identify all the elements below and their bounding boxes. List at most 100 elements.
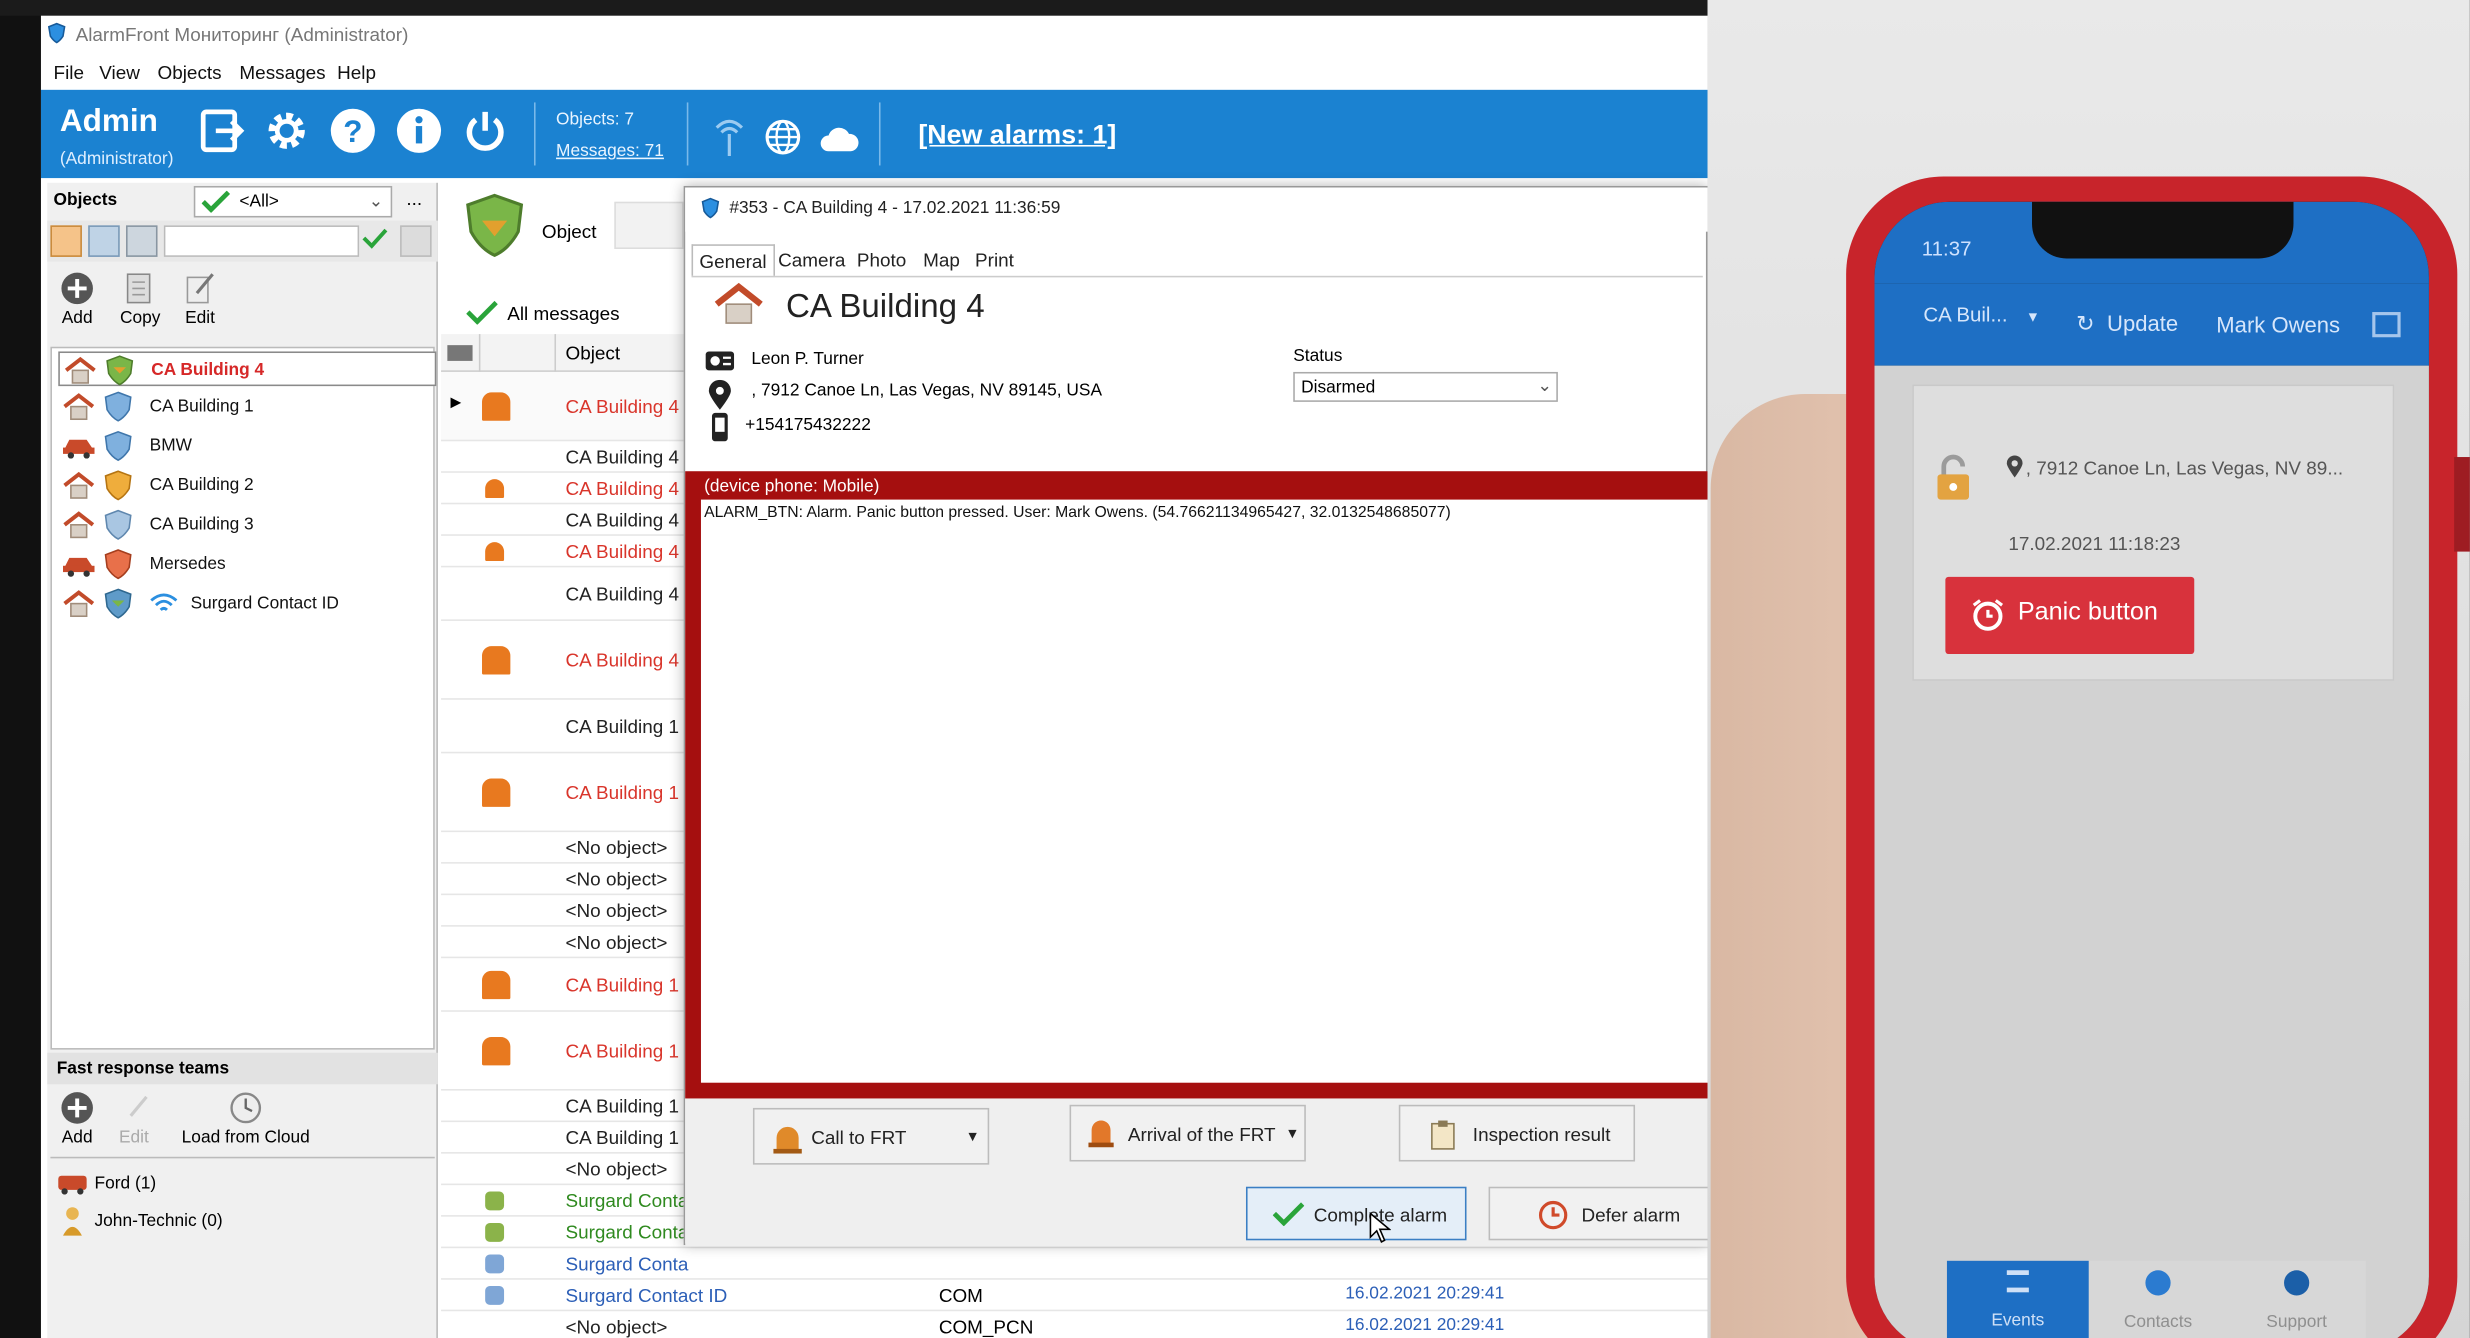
- edit-object-button[interactable]: Edit: [176, 271, 223, 328]
- alarm-frame: (device phone: Mobile) ALARM_BTN: Alarm.…: [685, 471, 1708, 1099]
- alarm-beacon-icon: [485, 479, 505, 499]
- load-from-cloud-button[interactable]: Load from Cloud: [167, 1091, 325, 1147]
- object-item[interactable]: Surgard Contact ID: [58, 586, 436, 621]
- all-messages-label: All messages: [507, 302, 620, 325]
- arrival-frt-button[interactable]: Arrival of the FRT ▼: [1069, 1104, 1306, 1162]
- object-view-button[interactable]: Object: [451, 189, 602, 261]
- objects-filter-select[interactable]: <All> ⌄: [193, 185, 393, 218]
- help-icon[interactable]: ?: [328, 106, 378, 156]
- message-channel: COM: [938, 1284, 983, 1307]
- clock-icon: [1537, 1199, 1569, 1231]
- tab-camera[interactable]: Camera: [772, 244, 852, 276]
- frt-item[interactable]: John-Technic (0): [57, 1206, 419, 1238]
- object-item[interactable]: CA Building 3: [58, 507, 436, 542]
- car-icon: [61, 433, 96, 459]
- copy-object-button[interactable]: Copy: [113, 271, 167, 328]
- object-item[interactable]: CA Building 2: [58, 468, 436, 503]
- address-text: , 7912 Canoe Ln, Las Vegas, NV 89145, US…: [751, 381, 1103, 401]
- objects-search-input[interactable]: [163, 225, 360, 257]
- phone-update-label: Update: [2107, 310, 2179, 336]
- frt-title: Fast response teams: [56, 1059, 230, 1078]
- tab-print[interactable]: Print: [969, 244, 1020, 276]
- add-frt-label: Add: [61, 1128, 93, 1148]
- funnel-icon[interactable]: [400, 225, 432, 257]
- panic-button[interactable]: Panic button: [1945, 576, 2195, 655]
- message-row[interactable]: <No object> COM_PCN 16.02.2021 20:29:41: [441, 1311, 1707, 1338]
- phone-update-button[interactable]: ↻ Update: [2076, 310, 2178, 337]
- message-object: CA Building 4: [565, 540, 679, 563]
- device-filter-icon[interactable]: [88, 225, 120, 257]
- caret-down-icon: ▼: [1285, 1125, 1300, 1142]
- gear-icon[interactable]: [261, 106, 311, 156]
- logout-icon[interactable]: [2372, 312, 2401, 338]
- message-row[interactable]: Surgard Contact ID COM 16.02.2021 20:29:41: [441, 1280, 1708, 1312]
- apply-check-icon[interactable]: [362, 227, 388, 249]
- object-item-selected[interactable]: CA Building 4: [58, 351, 437, 387]
- alarm-message[interactable]: ALARM_BTN: Alarm. Panic button pressed. …: [704, 504, 1451, 521]
- info-icon[interactable]: [394, 106, 444, 156]
- messages-link[interactable]: Messages: 71: [556, 142, 664, 161]
- menu-bar: File View Objects Messages Help: [41, 54, 1708, 90]
- new-alarms-link[interactable]: [New alarms: 1]: [918, 120, 1116, 152]
- house-icon: [61, 511, 96, 539]
- message-row[interactable]: Surgard Conta: [441, 1248, 1708, 1280]
- object-item[interactable]: CA Building 1: [58, 389, 436, 424]
- complete-alarm-button[interactable]: Complete alarm: [1245, 1186, 1467, 1241]
- house-icon: [61, 589, 96, 618]
- phone-bottom-nav: Events Contacts Support: [1946, 1260, 2366, 1338]
- object-item[interactable]: BMW: [58, 429, 436, 464]
- tab-photo[interactable]: Photo: [851, 244, 913, 276]
- title-bar: AlarmFront Мониторинг (Administrator): [40, 15, 1708, 54]
- menu-objects[interactable]: Objects: [158, 61, 222, 83]
- shield-icon: [485, 1254, 505, 1274]
- add-object-button[interactable]: Add: [54, 271, 101, 328]
- frt-label: John-Technic (0): [94, 1211, 223, 1231]
- app-shield-icon: [47, 22, 66, 44]
- tab-map[interactable]: Map: [917, 244, 966, 276]
- chevron-down-icon: ▼: [2025, 308, 2040, 325]
- frt-list: Ford (1) John-Technic (0): [50, 1156, 435, 1338]
- phone-object-select[interactable]: CA Buil... ▼: [1923, 303, 2040, 327]
- divider: [686, 102, 689, 166]
- toolbar-ghost-button[interactable]: [614, 201, 684, 250]
- power-icon[interactable]: [460, 106, 510, 156]
- alarm-dialog: #353 - CA Building 4 - 17.02.2021 11:36:…: [683, 185, 1708, 1247]
- menu-help[interactable]: Help: [337, 61, 376, 83]
- inspection-result-button[interactable]: Inspection result: [1398, 1104, 1636, 1162]
- edit-label: Edit: [185, 308, 215, 328]
- menu-view[interactable]: View: [99, 61, 140, 83]
- column-object[interactable]: Object: [565, 342, 620, 364]
- more-button[interactable]: ...: [406, 188, 422, 210]
- map-pin-icon: [707, 379, 732, 412]
- binoculars-icon[interactable]: [126, 225, 158, 257]
- message-object: CA Building 4: [565, 509, 679, 532]
- object-item[interactable]: Mersedes: [58, 547, 436, 582]
- nav-support[interactable]: Support: [2227, 1261, 2366, 1338]
- alarm-filter-icon[interactable]: [50, 225, 82, 257]
- header-divider: [478, 334, 481, 372]
- user-role: (Administrator): [59, 149, 174, 169]
- menu-file[interactable]: File: [54, 61, 84, 83]
- house-icon: [61, 471, 96, 499]
- message-object: Surgard Conta: [565, 1252, 689, 1275]
- check-icon: [466, 299, 498, 325]
- logout-icon[interactable]: [197, 106, 247, 156]
- frt-item[interactable]: Ford (1): [57, 1168, 419, 1200]
- object-label: CA Building 3: [149, 515, 254, 535]
- add-label: Add: [61, 308, 93, 328]
- nav-events[interactable]: Events: [1946, 1260, 2089, 1338]
- nav-contacts[interactable]: Contacts: [2089, 1261, 2228, 1338]
- status-select[interactable]: Disarmed ⌄: [1293, 371, 1558, 402]
- tab-general[interactable]: General: [691, 244, 775, 276]
- edit-frt-button[interactable]: Edit: [110, 1091, 157, 1147]
- message-object: Surgard Conta: [565, 1189, 689, 1212]
- message-object: <No object>: [565, 836, 668, 859]
- defer-alarm-button[interactable]: Defer alarm: [1488, 1186, 1708, 1241]
- message-time: 16.02.2021 20:29:41: [1345, 1284, 1505, 1304]
- call-frt-button[interactable]: Call to FRT ▼: [752, 1107, 990, 1165]
- objects-panel: Objects <All> ⌄ ... Add Copy Edit CA Bui…: [47, 182, 438, 1338]
- globe-icon: [764, 118, 802, 156]
- add-frt-button[interactable]: Add: [54, 1091, 101, 1148]
- phone-object-label: CA Buil...: [1923, 302, 2008, 327]
- menu-messages[interactable]: Messages: [239, 61, 325, 83]
